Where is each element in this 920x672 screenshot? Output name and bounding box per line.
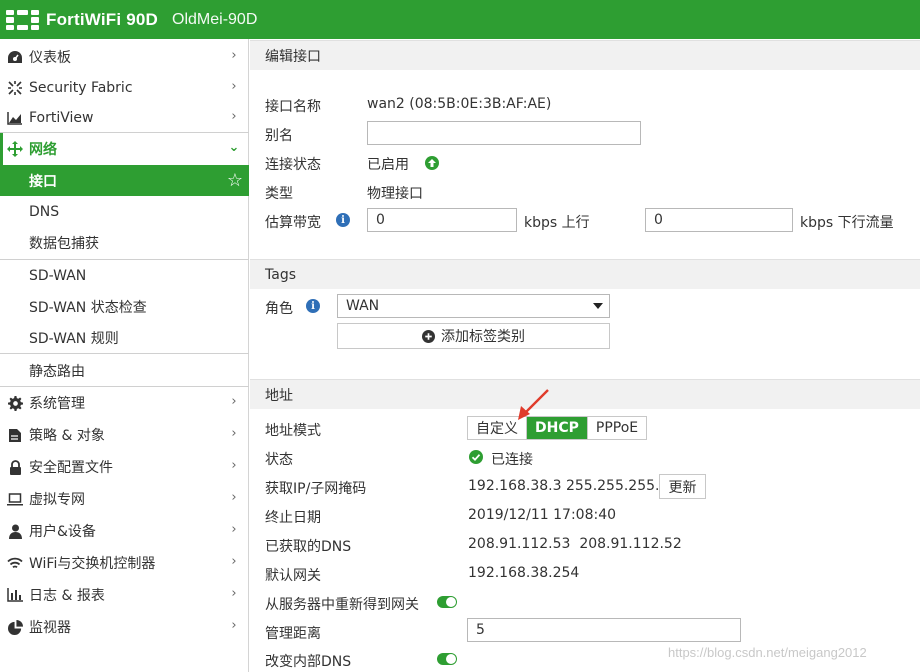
lock-icon (7, 459, 23, 475)
policy-file-icon (7, 427, 23, 443)
role-select[interactable]: WAN (337, 294, 610, 318)
default-gateway-value: 192.168.38.254 (468, 565, 580, 581)
fortiview-chart-icon (7, 110, 23, 126)
section-edit-interface: 编辑接口 (250, 40, 920, 70)
bar-chart-icon (7, 587, 23, 603)
sidebar-item-network[interactable]: 网络 ⌄ (0, 133, 249, 165)
type-value: 物理接口 (367, 186, 423, 202)
annotation-arrow-icon (518, 389, 549, 420)
addressing-mode-toggle[interactable]: 自定义 DHCP PPPoE (467, 416, 648, 440)
upstream-bandwidth-input[interactable]: 0 (367, 208, 517, 232)
state-label: 状态 (265, 452, 293, 468)
sidebar-item-vpn[interactable]: 虚拟专网 › (0, 483, 249, 515)
default-gateway-label: 默认网关 (265, 568, 321, 584)
acquired-dns-value: 208.91.112.53 208.91.112.52 (468, 536, 682, 552)
sidebar-item-security-profiles[interactable]: 安全配置文件 › (0, 451, 249, 483)
sidebar-item-monitor[interactable]: 监视器 › (0, 611, 249, 643)
interface-name-label: 接口名称 (265, 99, 321, 115)
sidebar-subitem-sd-wan-rules[interactable]: SD-WAN 规则 (0, 322, 249, 353)
addressing-mode-label: 地址模式 (265, 423, 321, 439)
sidebar-item-user-device[interactable]: 用户&设备 › (0, 515, 249, 547)
edit-interface-panel: 编辑接口 接口名称 wan2 (08:5B:0E:3B:AF:AE) 别名 连接… (250, 39, 920, 672)
interface-name-value: wan2 (08:5B:0E:3B:AF:AE) (367, 96, 552, 112)
role-label: 角色 (265, 301, 293, 317)
retrieve-gateway-label: 从服务器中重新得到网关 (265, 597, 419, 613)
distance-label: 管理距离 (265, 626, 321, 642)
sidebar-item-dashboard[interactable]: 仪表板 › (0, 41, 249, 73)
expiry-date-value: 2019/12/11 17:08:40 (468, 507, 617, 523)
sidebar-item-policy-objects[interactable]: 策略 & 对象 › (0, 419, 249, 451)
chevron-right-icon: › (231, 48, 237, 63)
product-name: FortiWiFi 90D (46, 9, 159, 29)
top-header: FortiWiFi 90D OldMei-90D (0, 0, 920, 39)
chevron-right-icon: › (231, 522, 237, 537)
chevron-right-icon: › (231, 618, 237, 633)
network-move-icon (7, 141, 23, 157)
sidebar-item-fortiview[interactable]: FortiView › (0, 102, 249, 134)
pie-chart-icon (7, 619, 23, 635)
chevron-right-icon: › (231, 394, 237, 409)
state-value: 已连接 (491, 452, 533, 468)
user-icon (7, 523, 23, 539)
dropdown-caret-icon (593, 303, 603, 309)
info-icon[interactable]: i (306, 299, 320, 313)
estimated-bandwidth-label: 估算带宽 (265, 215, 321, 231)
sidebar-subitem-static-routes[interactable]: 静态路由 (0, 355, 249, 386)
sidebar-subitem-interfaces[interactable]: 接口 ☆ (0, 165, 249, 196)
chevron-right-icon: › (231, 109, 237, 124)
chevron-right-icon: › (231, 586, 237, 601)
expiry-date-label: 终止日期 (265, 510, 321, 526)
acquired-ip-label: 获取IP/子网掩码 (265, 481, 367, 497)
override-dns-toggle[interactable] (437, 653, 457, 665)
laptop-icon (7, 491, 23, 507)
wifi-icon (7, 555, 23, 571)
retrieve-gateway-toggle[interactable] (437, 596, 457, 608)
sidebar-item-wifi-switch[interactable]: WiFi与交换机控制器 › (0, 547, 249, 579)
chevron-right-icon: › (231, 426, 237, 441)
check-circle-icon (469, 450, 483, 464)
upstream-unit: kbps 上行 (524, 215, 590, 231)
downstream-unit: kbps 下行流量 (800, 215, 894, 231)
renew-button[interactable]: 更新 (659, 474, 706, 499)
fortinet-logo-icon (6, 9, 40, 30)
distance-input[interactable]: 5 (467, 618, 741, 642)
link-status-value: 已启用 (367, 157, 409, 173)
type-label: 类型 (265, 186, 293, 202)
plus-circle-icon (422, 329, 435, 343)
sidebar: 仪表板 › Security Fabric › FortiView › 网络 ⌄… (0, 39, 249, 672)
link-status-label: 连接状态 (265, 157, 321, 173)
sidebar-subitem-sd-wan[interactable]: SD-WAN (0, 260, 249, 291)
sidebar-item-system[interactable]: 系统管理 › (0, 387, 249, 419)
dashboard-icon (7, 49, 23, 65)
sidebar-item-security-fabric[interactable]: Security Fabric › (0, 72, 249, 104)
sidebar-subitem-packet-capture[interactable]: 数据包捕获 (0, 227, 249, 258)
sidebar-subitem-sd-wan-status-check[interactable]: SD-WAN 状态检查 (0, 291, 249, 322)
add-tag-category-button[interactable]: 添加标签类别 (337, 323, 610, 349)
section-tags: Tags (250, 259, 920, 289)
acquired-ip-value: 192.168.38.3 255.255.255.0 (468, 478, 669, 494)
sidebar-subitem-dns[interactable]: DNS (0, 196, 249, 227)
sidebar-item-log-report[interactable]: 日志 & 报表 › (0, 579, 249, 611)
hostname: OldMei-90D (172, 10, 258, 28)
chevron-right-icon: › (231, 458, 237, 473)
watermark: https://blog.csdn.net/meigang2012 (668, 645, 867, 660)
downstream-bandwidth-input[interactable]: 0 (645, 208, 793, 232)
override-dns-label: 改变内部DNS (265, 654, 352, 670)
section-address: 地址 (250, 379, 920, 409)
chevron-right-icon: › (231, 490, 237, 505)
gear-icon (7, 395, 23, 411)
chevron-down-icon: ⌄ (228, 140, 240, 155)
security-fabric-icon (7, 80, 23, 96)
alias-label: 别名 (265, 128, 293, 144)
alias-input[interactable] (367, 121, 641, 145)
info-icon[interactable]: i (336, 213, 350, 227)
chevron-right-icon: › (231, 79, 237, 94)
mode-pppoe-button[interactable]: PPPoE (588, 417, 646, 439)
star-favorite-icon[interactable]: ☆ (227, 170, 243, 191)
arrow-up-circle-icon (425, 156, 439, 170)
acquired-dns-label: 已获取的DNS (265, 539, 352, 555)
chevron-right-icon: › (231, 554, 237, 569)
